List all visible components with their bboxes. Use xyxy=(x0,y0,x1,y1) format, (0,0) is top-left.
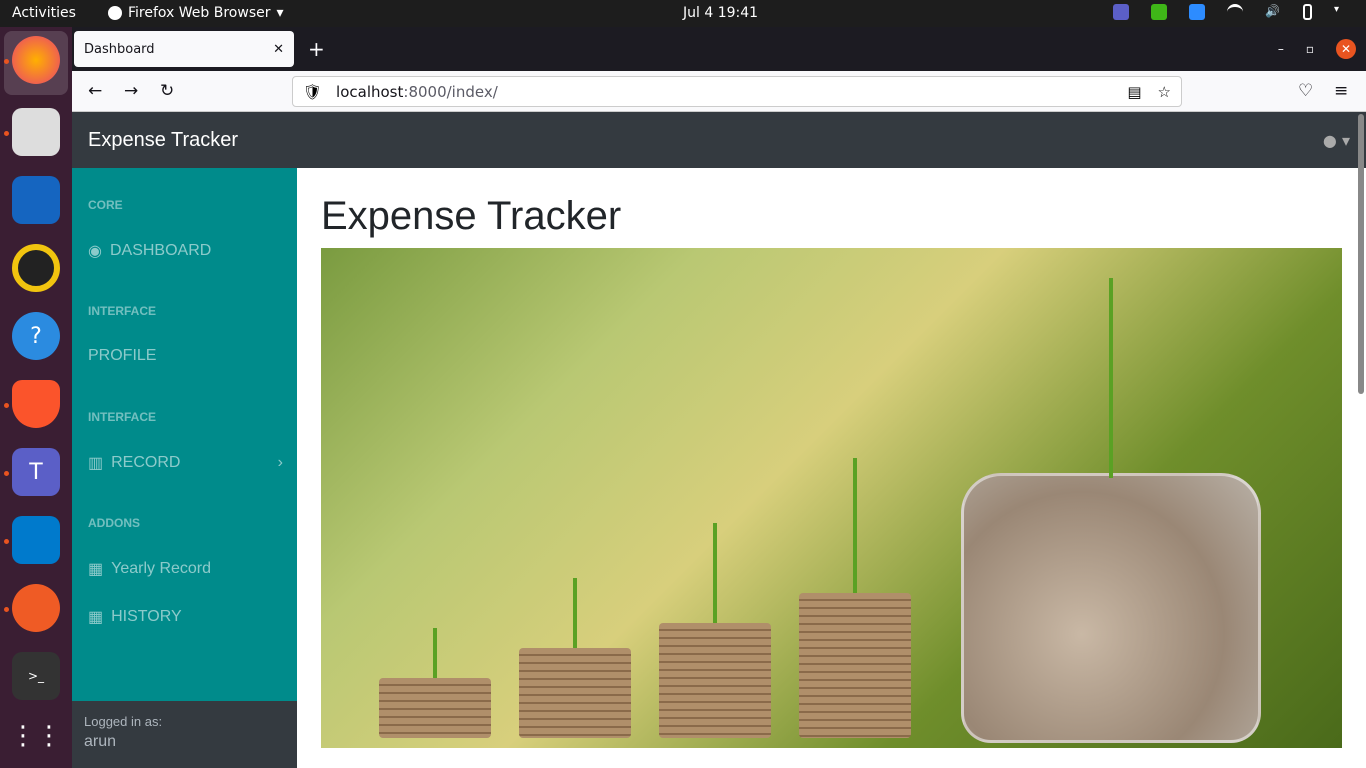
close-tab-icon[interactable]: ✕ xyxy=(273,42,284,57)
terminal-dock-icon[interactable]: >_ xyxy=(12,652,60,700)
url-path: :8000/index/ xyxy=(403,82,498,101)
pocket-icon[interactable]: ♡ xyxy=(1298,81,1313,101)
system-top-bar: Activities Firefox Web Browser ▾ Jul 4 1… xyxy=(0,0,1366,27)
writer-dock-icon[interactable] xyxy=(12,176,60,224)
new-tab-button[interactable]: + xyxy=(308,37,325,61)
brave-dock-icon[interactable] xyxy=(12,380,60,428)
browser-window: Dashboard ✕ + – ▫ ✕ ← → ↻ 🛡 localhost:80… xyxy=(72,27,1366,768)
running-indicator xyxy=(4,59,9,64)
bookmark-star-icon[interactable]: ☆ xyxy=(1158,83,1171,101)
coin-jar xyxy=(961,473,1261,743)
reader-view-icon[interactable]: ▤ xyxy=(1127,83,1141,101)
url-bar[interactable]: 🛡 localhost:8000/index/ ▤ ☆ xyxy=(292,76,1182,107)
sidebar-heading-interface: INTERFACE xyxy=(88,410,157,424)
close-window-icon[interactable]: ✕ xyxy=(1336,39,1356,59)
shield-icon[interactable]: 🛡 xyxy=(303,83,322,101)
running-indicator xyxy=(4,539,9,544)
back-button[interactable]: ← xyxy=(88,81,102,101)
sidebar: CORE ◉ DASHBOARD INTERFACE PROFILE INTER… xyxy=(72,168,297,768)
power-menu-icon[interactable]: ▾ xyxy=(1334,4,1350,20)
sidebar-item-record[interactable]: ▥ RECORD › xyxy=(88,453,283,473)
system-tray[interactable]: 🔊 ▾ xyxy=(1113,4,1350,20)
zoom-tray-icon[interactable] xyxy=(1189,4,1205,20)
sidebar-heading-interface: INTERFACE xyxy=(88,304,157,318)
coin-stack xyxy=(379,678,491,738)
sidebar-item-yearly-record[interactable]: ▦ Yearly Record xyxy=(88,559,283,579)
site-navbar: Expense Tracker ● ▾ xyxy=(72,112,1366,168)
chevron-down-icon: ▾ xyxy=(276,5,284,21)
sidebar-item-label: RECORD xyxy=(111,454,181,471)
maximize-icon[interactable]: ▫ xyxy=(1306,42,1314,56)
tab-dashboard[interactable]: Dashboard ✕ xyxy=(74,31,294,67)
sprout xyxy=(573,578,577,648)
tab-bar: Dashboard ✕ + – ▫ ✕ xyxy=(72,27,1366,71)
reload-button[interactable]: ↻ xyxy=(160,81,174,101)
url-host: localhost xyxy=(336,82,404,101)
nav-toolbar: ← → ↻ 🛡 localhost:8000/index/ ▤ ☆ ♡ ≡ xyxy=(72,71,1366,112)
firefox-dock-icon[interactable] xyxy=(12,36,60,84)
coin-stack xyxy=(799,593,911,738)
volume-icon[interactable]: 🔊 xyxy=(1265,4,1281,20)
running-indicator xyxy=(4,607,9,612)
logged-in-label: Logged in as: xyxy=(84,714,163,729)
sidebar-footer: Logged in as: arun xyxy=(72,701,297,768)
sprout xyxy=(713,523,717,623)
clock[interactable]: Jul 4 19:41 xyxy=(683,5,758,21)
vscode-dock-icon[interactable] xyxy=(12,516,60,564)
coin-stack xyxy=(659,623,771,738)
running-indicator xyxy=(4,131,9,136)
hamburger-menu-icon[interactable]: ≡ xyxy=(1334,81,1348,101)
tachometer-icon: ◉ xyxy=(88,243,102,260)
user-menu-dropdown[interactable]: ● ▾ xyxy=(1323,131,1350,150)
running-indicator xyxy=(4,403,9,408)
sprout xyxy=(1109,278,1113,478)
app-menu[interactable]: Firefox Web Browser ▾ xyxy=(108,5,284,21)
postman-dock-icon[interactable] xyxy=(12,584,60,632)
sprout xyxy=(853,458,857,593)
sprout xyxy=(433,628,437,678)
window-controls: – ▫ ✕ xyxy=(1278,39,1356,59)
page-scrollbar[interactable] xyxy=(1358,114,1364,394)
sidebar-item-label: Yearly Record xyxy=(111,560,212,577)
firefox-icon xyxy=(108,6,122,20)
check-tray-icon[interactable] xyxy=(1151,4,1167,20)
forward-button[interactable]: → xyxy=(124,81,138,101)
sidebar-item-label: PROFILE xyxy=(88,347,157,364)
app-menu-label: Firefox Web Browser xyxy=(128,5,271,21)
sidebar-heading-addons: ADDONS xyxy=(88,516,141,530)
page-title: Expense Tracker xyxy=(321,194,622,238)
files-dock-icon[interactable] xyxy=(12,108,60,156)
rhythmbox-dock-icon[interactable] xyxy=(12,244,60,292)
web-page: Expense Tracker ● ▾ CORE ◉ DASHBOARD INT… xyxy=(72,112,1366,768)
hero-image xyxy=(321,248,1342,748)
main-content: Expense Tracker xyxy=(321,168,1342,748)
help-dock-icon[interactable]: ? xyxy=(12,312,60,360)
running-indicator xyxy=(4,471,9,476)
tab-title: Dashboard xyxy=(84,41,155,57)
table-icon: ▦ xyxy=(88,609,104,626)
table-icon: ▦ xyxy=(88,561,104,578)
logged-in-user: arun xyxy=(84,733,117,750)
battery-icon[interactable] xyxy=(1303,4,1312,20)
sidebar-item-history[interactable]: ▦ HISTORY xyxy=(88,607,283,627)
app-grid-icon[interactable]: ⋮⋮ xyxy=(10,712,62,760)
site-brand[interactable]: Expense Tracker xyxy=(88,129,238,152)
dock: ? T >_ ⋮⋮ xyxy=(0,27,72,768)
sidebar-item-label: HISTORY xyxy=(111,608,182,625)
chevron-right-icon: › xyxy=(277,454,283,471)
book-open-icon: ▥ xyxy=(88,455,104,472)
minimize-icon[interactable]: – xyxy=(1278,42,1284,56)
wifi-icon[interactable] xyxy=(1227,4,1243,20)
sidebar-item-label: DASHBOARD xyxy=(109,242,212,259)
sidebar-item-dashboard[interactable]: ◉ DASHBOARD xyxy=(88,241,283,261)
activities-button[interactable]: Activities xyxy=(12,5,76,21)
sidebar-heading-core: CORE xyxy=(88,198,123,212)
coin-stack xyxy=(519,648,631,738)
user-icon: ● xyxy=(1322,130,1337,150)
teams-tray-icon[interactable] xyxy=(1113,4,1129,20)
teams-dock-icon[interactable]: T xyxy=(12,448,60,496)
sidebar-item-profile[interactable]: PROFILE xyxy=(88,347,283,365)
